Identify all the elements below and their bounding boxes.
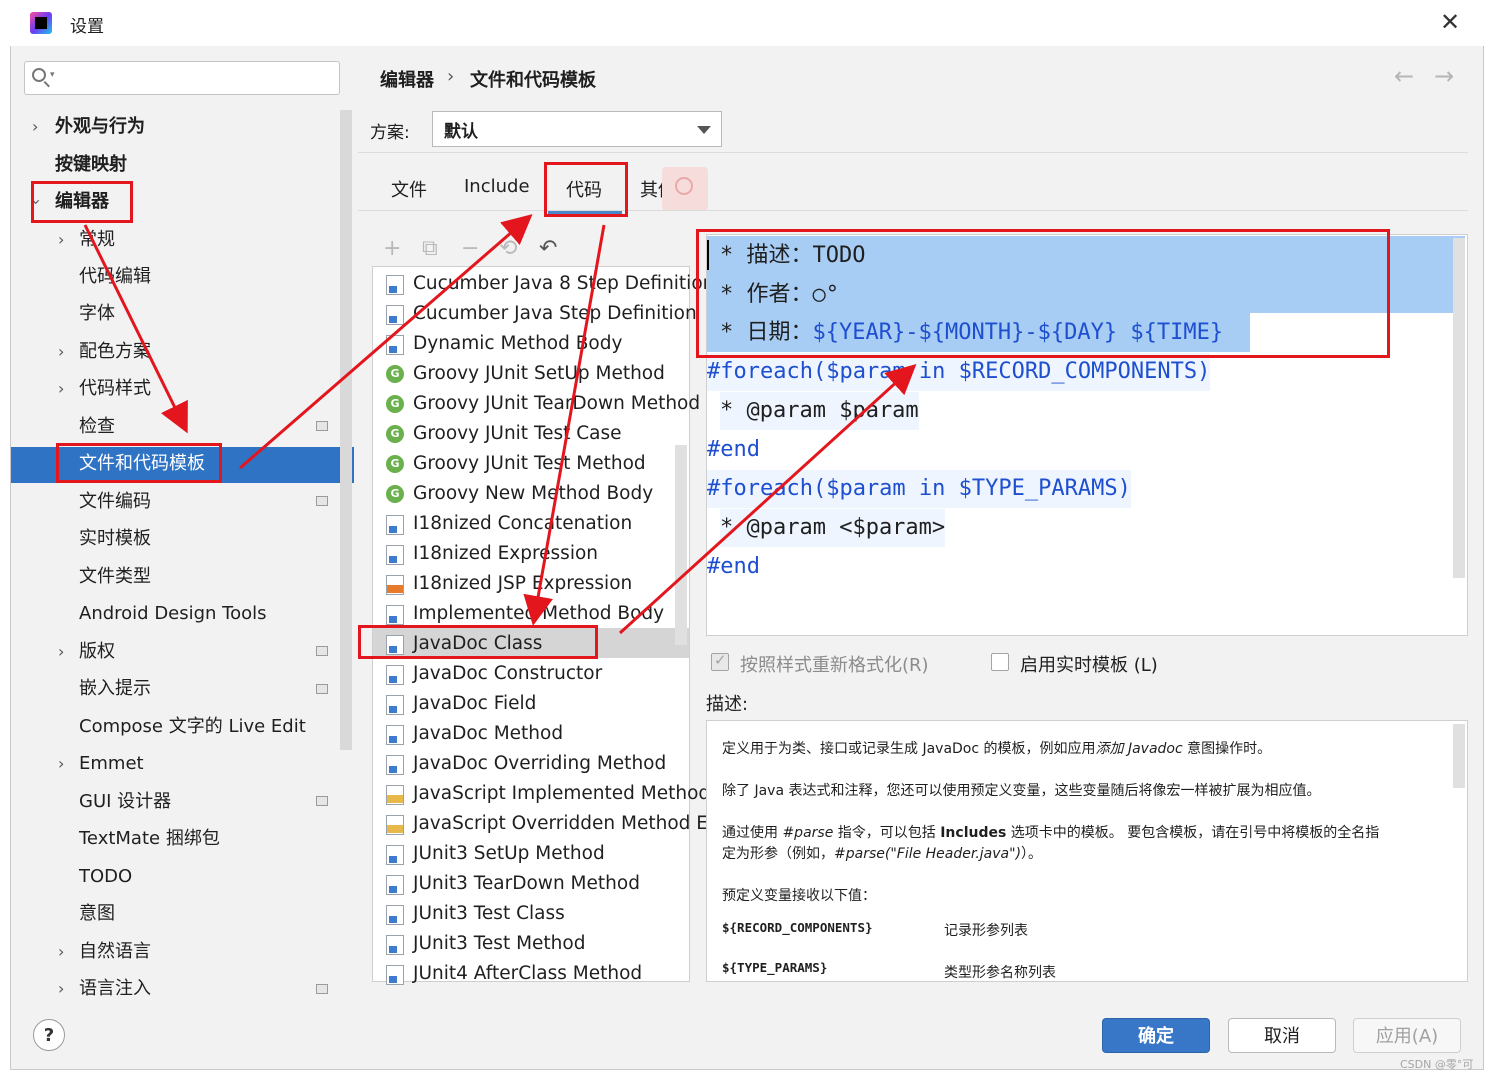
annotation-arrows — [83, 214, 917, 635]
arrow-code-tab-to-javadoc — [523, 224, 606, 626]
arrow-javadoc-to-code — [618, 363, 917, 635]
arrow-editor-to-templates — [83, 224, 188, 434]
arrow-templates-to-code-tab — [239, 214, 533, 470]
